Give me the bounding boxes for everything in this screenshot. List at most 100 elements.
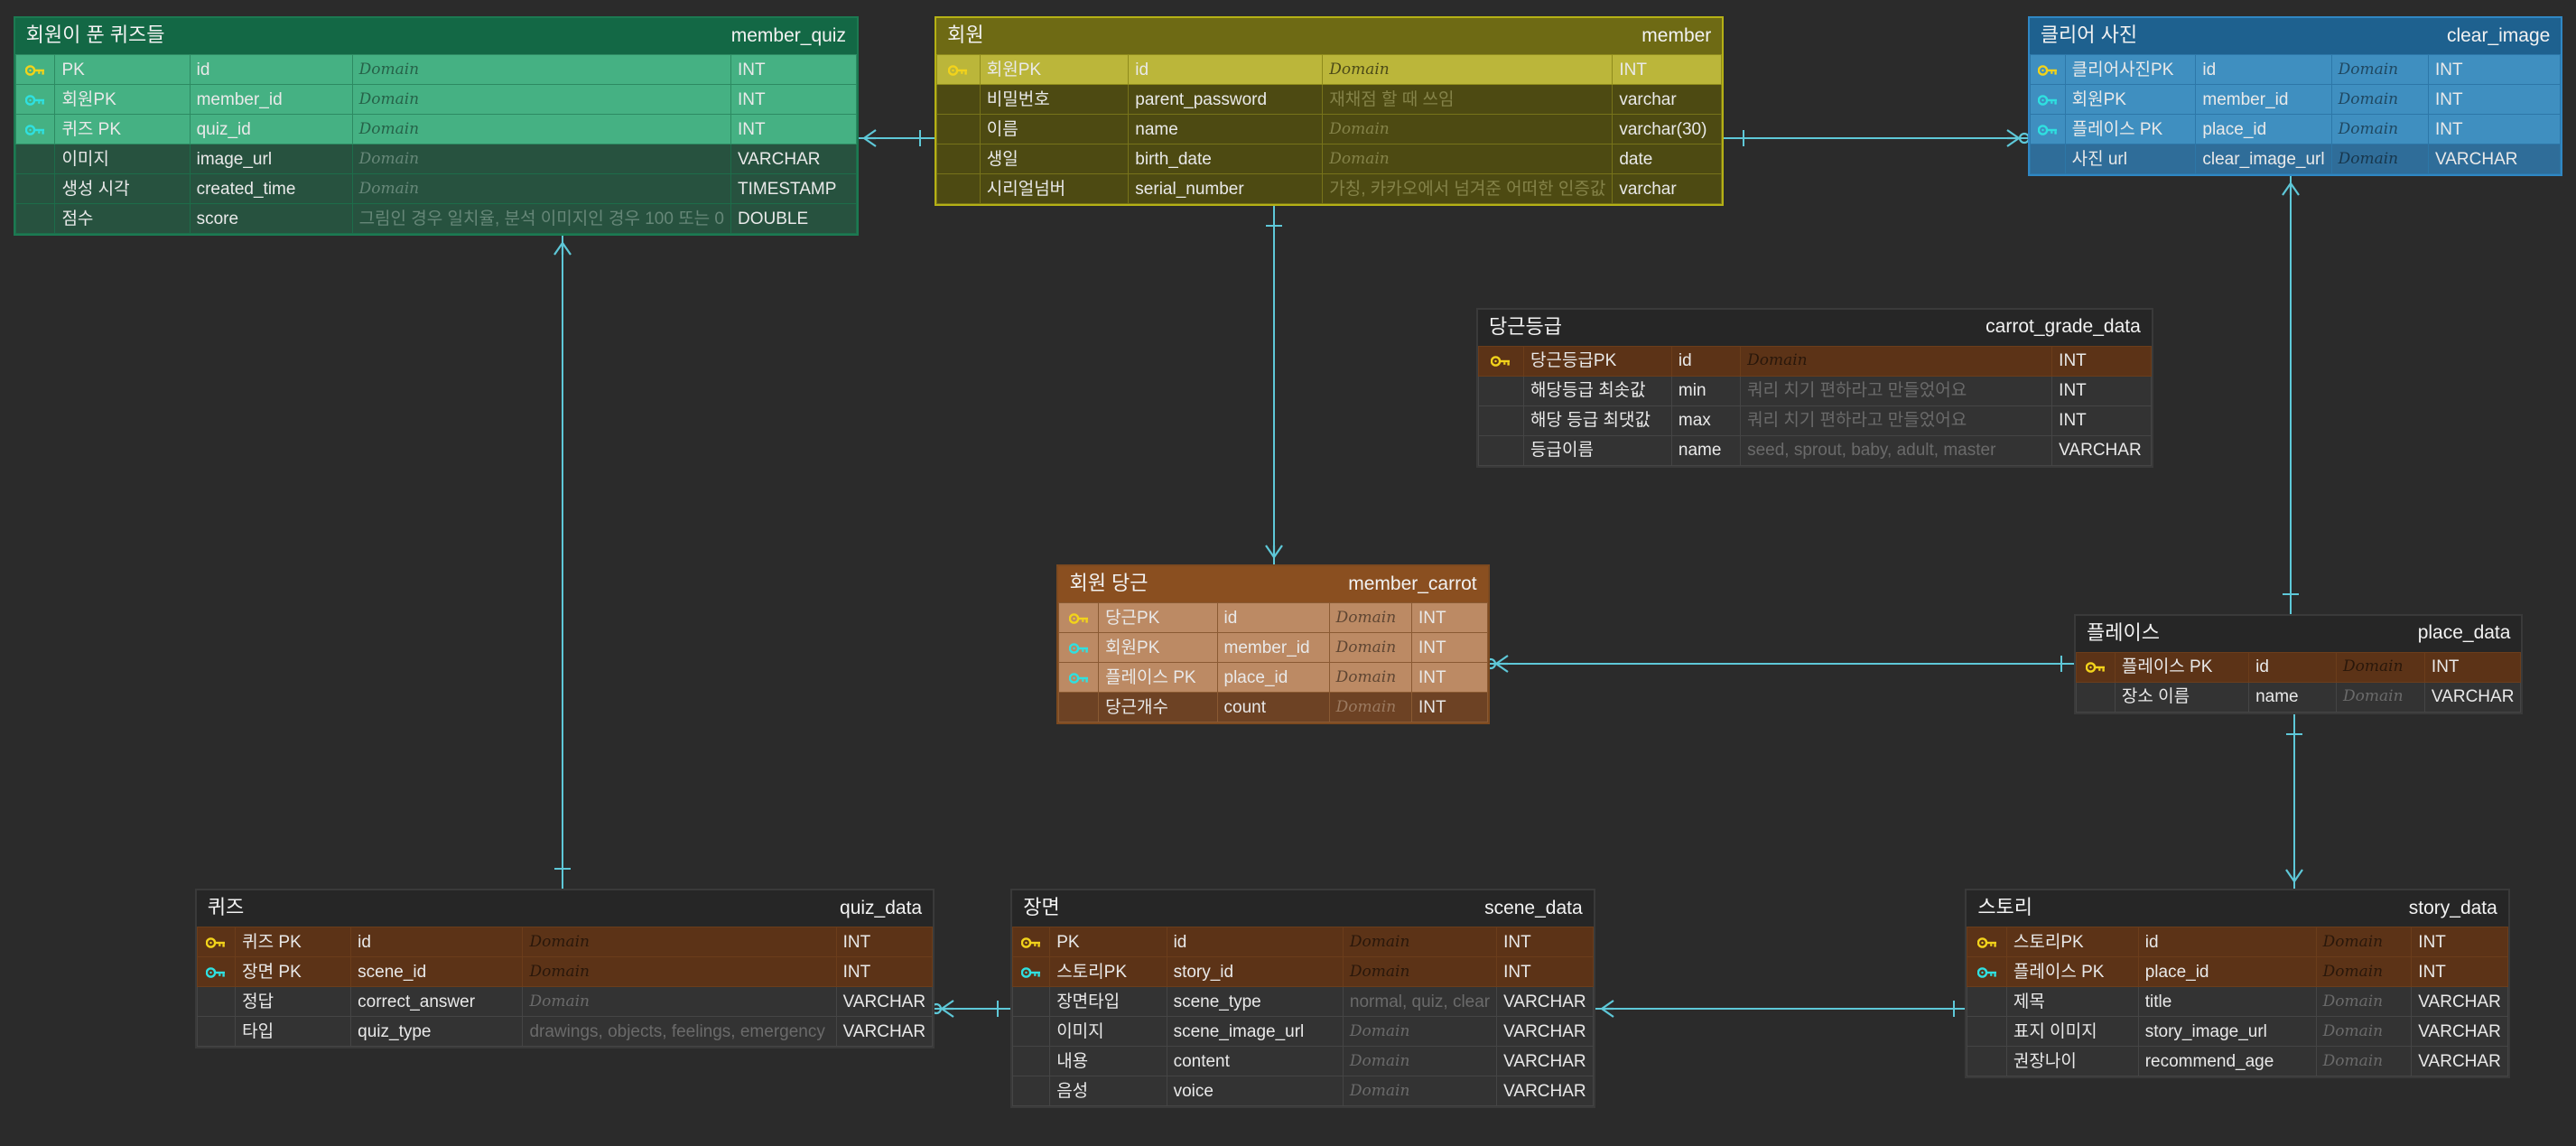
attribute-logical-name: 이름 bbox=[980, 115, 1129, 144]
attribute-row[interactable]: 시리얼넘버serial_number가칭, 카카오에서 넘겨준 어떠한 인증값v… bbox=[937, 174, 1722, 204]
attribute-row[interactable]: 당근등급PKidDomainINT bbox=[1478, 346, 2151, 376]
attribute-row[interactable]: 장면타입scene_typenormal, quiz, clearVARCHAR bbox=[1013, 987, 1593, 1017]
attribute-logical-name: 내용 bbox=[1050, 1047, 1167, 1076]
attribute-row[interactable]: 회원PKmember_idDomainINT bbox=[1059, 633, 1487, 663]
entity-table-place_data[interactable]: 플레이스place_data플레이스 PKidDomainINT장소 이름nam… bbox=[2074, 614, 2523, 714]
entity-table-clear_image[interactable]: 클리어 사진clear_image클리어사진PKidDomainINT회원PKm… bbox=[2028, 16, 2563, 176]
attribute-row[interactable]: 음성voiceDomainVARCHAR bbox=[1013, 1076, 1593, 1106]
attribute-row[interactable]: 사진 urlclear_image_urlDomainVARCHAR bbox=[2030, 144, 2561, 174]
attribute-physical-name: name bbox=[2249, 682, 2337, 712]
attribute-domain-note: normal, quiz, clear bbox=[1343, 987, 1496, 1017]
attribute-logical-name: PK bbox=[1050, 927, 1167, 957]
one-marker-member-right bbox=[1743, 130, 1744, 146]
attribute-row[interactable]: 타입quiz_typedrawings, objects, feelings, … bbox=[197, 1017, 932, 1047]
attribute-row[interactable]: 당근개수countDomainINT bbox=[1059, 693, 1487, 722]
entity-logical-name: 클리어 사진 bbox=[2041, 25, 2137, 45]
attribute-row[interactable]: 플레이스 PKidDomainINT bbox=[2077, 652, 2521, 682]
attribute-row[interactable]: 퀴즈 PKidDomainINT bbox=[197, 927, 932, 957]
attribute-row[interactable]: 퀴즈 PKquiz_idDomainINT bbox=[15, 115, 856, 144]
attribute-row[interactable]: 해당등급 최솟값min쿼리 치기 편하라고 만들었어요INT bbox=[1478, 376, 2151, 405]
key-indicator-cell bbox=[1059, 663, 1099, 693]
attribute-row[interactable]: 비밀번호parent_password재채점 할 때 쓰임varchar bbox=[937, 85, 1722, 115]
entity-table-carrot_grade_data[interactable]: 당근등급carrot_grade_data당근등급PKidDomainINT해당… bbox=[1476, 308, 2153, 468]
attribute-domain-note: Domain bbox=[1343, 1017, 1496, 1047]
attribute-row[interactable]: PKidDomainINT bbox=[1013, 927, 1593, 957]
attribute-row[interactable]: 당근PKidDomainINT bbox=[1059, 603, 1487, 633]
attribute-domain-note: Domain bbox=[2337, 682, 2425, 712]
key-indicator-cell bbox=[1478, 376, 1523, 405]
entity-table-member[interactable]: 회원member회원PKidDomainINT비밀번호parent_passwo… bbox=[935, 16, 1724, 206]
attribute-logical-name: 회원PK bbox=[55, 85, 190, 115]
attribute-data-type: INT bbox=[2428, 115, 2560, 144]
key-indicator-cell bbox=[937, 55, 981, 85]
attribute-domain-note: Domain bbox=[2316, 957, 2412, 987]
attribute-logical-name: 표지 이미지 bbox=[2006, 1017, 2138, 1047]
attribute-domain-note: Domain bbox=[2331, 55, 2428, 85]
attribute-row[interactable]: 제목titleDomainVARCHAR bbox=[1967, 987, 2508, 1017]
attribute-row[interactable]: 플레이스 PKplace_idDomainINT bbox=[2030, 115, 2561, 144]
key-indicator-cell bbox=[1967, 957, 2007, 987]
attribute-row[interactable]: 스토리PKidDomainINT bbox=[1967, 927, 2508, 957]
attribute-data-type: INT bbox=[731, 115, 857, 144]
attribute-domain-note: Domain bbox=[1329, 603, 1411, 633]
attribute-physical-name: name bbox=[1671, 435, 1740, 465]
attribute-row[interactable]: 점수score그림인 경우 일치율, 분석 이미지인 경우 100 또는 0DO… bbox=[15, 204, 856, 234]
entity-table-member_carrot[interactable]: 회원 당근member_carrot당근PKidDomainINT회원PKmem… bbox=[1056, 564, 1489, 724]
one-marker-place-left bbox=[2060, 656, 2062, 672]
attribute-row[interactable]: 표지 이미지story_image_urlDomainVARCHAR bbox=[1967, 1017, 2508, 1047]
attribute-row[interactable]: 회원PKmember_idDomainINT bbox=[2030, 85, 2561, 115]
attribute-row[interactable]: 이름nameDomainvarchar(30) bbox=[937, 115, 1722, 144]
attribute-logical-name: 클리어사진PK bbox=[2065, 55, 2196, 85]
attribute-row[interactable]: 등급이름nameseed, sprout, baby, adult, maste… bbox=[1478, 435, 2151, 465]
attribute-domain-note: Domain bbox=[352, 55, 730, 85]
entity-physical-name: member bbox=[1641, 26, 1711, 45]
attribute-logical-name: 플레이스 PK bbox=[2115, 652, 2248, 682]
key-indicator-cell bbox=[15, 174, 55, 204]
attribute-row[interactable]: 정답correct_answerDomainVARCHAR bbox=[197, 987, 932, 1017]
attribute-row[interactable]: 생일birth_dateDomaindate bbox=[937, 144, 1722, 174]
attribute-data-type: INT bbox=[1497, 957, 1594, 987]
attribute-row[interactable]: 플레이스 PKplace_idDomainINT bbox=[1059, 663, 1487, 693]
attribute-row[interactable]: 생성 시각created_timeDomainTIMESTAMP bbox=[15, 174, 856, 204]
attribute-data-type: VARCHAR bbox=[836, 1017, 933, 1047]
attribute-row[interactable]: 장면 PKscene_idDomainINT bbox=[197, 957, 932, 987]
attribute-data-type: INT bbox=[2412, 927, 2508, 957]
attribute-data-type: INT bbox=[2428, 55, 2560, 85]
entity-table-scene_data[interactable]: 장면scene_dataPKidDomainINT스토리PKstory_idDo… bbox=[1010, 889, 1595, 1108]
attribute-row[interactable]: 회원PKmember_idDomainINT bbox=[15, 85, 856, 115]
attribute-domain-note: Domain bbox=[523, 927, 836, 957]
attribute-data-type: VARCHAR bbox=[2412, 987, 2508, 1017]
attribute-logical-name: 생성 시각 bbox=[55, 174, 190, 204]
key-indicator-cell bbox=[1059, 633, 1099, 663]
one-marker-place-bottom bbox=[2286, 733, 2302, 735]
attribute-domain-note: Domain bbox=[352, 174, 730, 204]
entity-physical-name: scene_data bbox=[1484, 899, 1583, 918]
key-indicator-cell bbox=[1059, 603, 1099, 633]
attribute-logical-name: 사진 url bbox=[2065, 144, 2196, 174]
attribute-physical-name: created_time bbox=[190, 174, 352, 204]
attribute-row[interactable]: 스토리PKstory_idDomainINT bbox=[1013, 957, 1593, 987]
attribute-row[interactable]: 해당 등급 최댓값max쿼리 치기 편하라고 만들었어요INT bbox=[1478, 405, 2151, 435]
entity-attribute-table: 당근PKidDomainINT회원PKmember_idDomainINT플레이… bbox=[1058, 602, 1487, 722]
entity-table-member_quiz[interactable]: 회원이 푼 퀴즈들member_quizPKidDomainINT회원PKmem… bbox=[14, 16, 859, 236]
entity-physical-name: quiz_data bbox=[840, 899, 922, 918]
attribute-domain-note: Domain bbox=[1343, 1047, 1496, 1076]
attribute-logical-name: 권장나이 bbox=[2006, 1047, 2138, 1076]
attribute-row[interactable]: 이미지scene_image_urlDomainVARCHAR bbox=[1013, 1017, 1593, 1047]
key-indicator-cell bbox=[1013, 1017, 1050, 1047]
attribute-row[interactable]: 내용contentDomainVARCHAR bbox=[1013, 1047, 1593, 1076]
entity-table-story_data[interactable]: 스토리story_data스토리PKidDomainINT플레이스 PKplac… bbox=[1965, 889, 2510, 1078]
attribute-row[interactable]: 권장나이recommend_ageDomainVARCHAR bbox=[1967, 1047, 2508, 1076]
attribute-row[interactable]: 이미지image_urlDomainVARCHAR bbox=[15, 144, 856, 174]
primary-key-icon bbox=[2038, 64, 2058, 77]
attribute-physical-name: id bbox=[1217, 603, 1329, 633]
attribute-row[interactable]: 클리어사진PKidDomainINT bbox=[2030, 55, 2561, 85]
attribute-row[interactable]: 장소 이름nameDomainVARCHAR bbox=[2077, 682, 2521, 712]
attribute-row[interactable]: PKidDomainINT bbox=[15, 55, 856, 85]
attribute-row[interactable]: 플레이스 PKplace_idDomainINT bbox=[1967, 957, 2508, 987]
primary-key-icon bbox=[2086, 661, 2106, 674]
attribute-logical-name: 이미지 bbox=[1050, 1017, 1167, 1047]
entity-table-quiz_data[interactable]: 퀴즈quiz_data퀴즈 PKidDomainINT장면 PKscene_id… bbox=[195, 889, 935, 1048]
attribute-row[interactable]: 회원PKidDomainINT bbox=[937, 55, 1722, 85]
key-indicator-cell bbox=[937, 115, 981, 144]
